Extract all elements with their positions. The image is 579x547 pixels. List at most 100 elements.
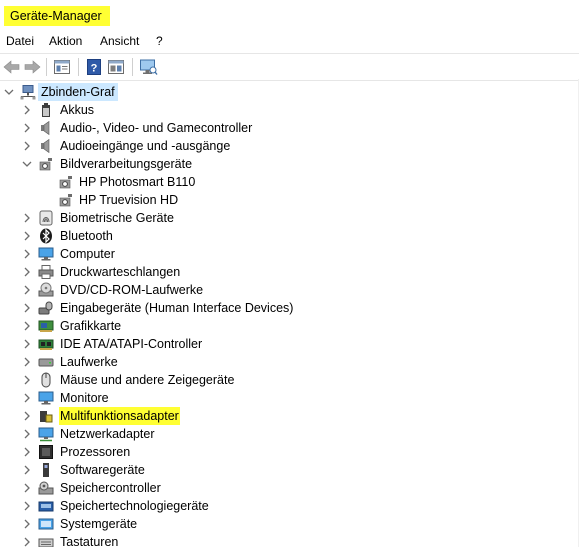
expand-chevron-icon[interactable] <box>21 119 33 137</box>
tree-item-label: Druckwarteschlangen <box>60 265 181 279</box>
cpu-icon <box>38 444 54 460</box>
expand-chevron-icon[interactable] <box>21 209 33 227</box>
expand-chevron-icon[interactable] <box>21 479 33 497</box>
camera-icon <box>58 174 74 190</box>
collapse-chevron-icon[interactable] <box>21 155 33 173</box>
tree-item-computer[interactable]: Computer <box>0 245 579 263</box>
tree-item-system-devices[interactable]: Systemgeräte <box>0 515 579 533</box>
expand-chevron-icon[interactable] <box>21 353 33 371</box>
menu-datei[interactable]: Datei <box>6 30 34 52</box>
tree-item-network-adapters[interactable]: Netzwerkadapter <box>0 425 579 443</box>
menu-aktion[interactable]: Aktion <box>49 30 82 52</box>
tree-item-label: Monitore <box>60 391 109 405</box>
tree-item-label: Grafikkarte <box>60 319 122 333</box>
tree-item-storage-controllers[interactable]: Speichercontroller <box>0 479 579 497</box>
tree-child-label: HP Truevision HD <box>79 193 179 207</box>
tree-item-processors[interactable]: Prozessoren <box>0 443 579 461</box>
expand-chevron-icon[interactable] <box>21 461 33 479</box>
camera-icon <box>58 192 74 208</box>
tree-item-label: Computer <box>60 247 115 261</box>
fingerprint-icon <box>38 210 54 226</box>
expand-chevron-icon[interactable] <box>21 407 33 425</box>
tree-item-mice[interactable]: Mäuse und andere Zeigegeräte <box>0 371 579 389</box>
toolbar-separator <box>132 58 133 76</box>
tree-child-hp-truevision[interactable]: HP Truevision HD <box>0 191 579 209</box>
hid-icon <box>38 300 54 316</box>
storage-controller-icon <box>38 480 54 496</box>
tree-item-keyboards[interactable]: Tastaturen <box>0 533 579 547</box>
menu-bar: Datei Aktion Ansicht ? <box>0 30 579 52</box>
expand-chevron-icon[interactable] <box>21 371 33 389</box>
keyboard-icon <box>38 534 54 547</box>
monitor-icon <box>38 246 54 262</box>
tree-item-bluetooth[interactable]: Bluetooth <box>0 227 579 245</box>
expand-chevron-icon[interactable] <box>21 299 33 317</box>
tree-item-label: Akkus <box>60 103 95 117</box>
tree-item-audio-io[interactable]: Audioeingänge und -ausgänge <box>0 137 579 155</box>
expand-chevron-icon[interactable] <box>21 227 33 245</box>
tree-item-label: IDE ATA/ATAPI-Controller <box>60 337 203 351</box>
tree-item-multifunction[interactable]: Multifunktionsadapter <box>0 407 579 425</box>
expand-chevron-icon[interactable] <box>21 533 33 547</box>
expand-chevron-icon[interactable] <box>21 335 33 353</box>
tree-child-label: HP Photosmart B110 <box>79 175 196 189</box>
tree-item-label: Mäuse und andere Zeigegeräte <box>60 373 235 387</box>
help-icon[interactable]: ? <box>84 57 104 77</box>
toolbar-separator <box>78 58 79 76</box>
tree-item-dvd-cd[interactable]: DVD/CD-ROM-Laufwerke <box>0 281 579 299</box>
scan-hardware-icon[interactable] <box>138 57 158 77</box>
tree-item-display-adapters[interactable]: Grafikkarte <box>0 317 579 335</box>
driver-update-icon[interactable] <box>106 57 126 77</box>
menu-help[interactable]: ? <box>156 30 163 52</box>
tree-item-label: Prozessoren <box>60 445 131 459</box>
network-adapter-icon <box>38 426 54 442</box>
tree-item-akkus[interactable]: Akkus <box>0 101 579 119</box>
printer-icon <box>38 264 54 280</box>
properties-icon[interactable] <box>52 57 72 77</box>
tree-item-software-devices[interactable]: Softwaregeräte <box>0 461 579 479</box>
tree-item-memory-technology[interactable]: Speichertechnologiegeräte <box>0 497 579 515</box>
expand-chevron-icon[interactable] <box>21 443 33 461</box>
title-bar: Geräte-Manager <box>0 0 579 30</box>
tree-item-audio-video-game[interactable]: Audio-, Video- und Gamecontroller <box>0 119 579 137</box>
tree-item-monitors[interactable]: Monitore <box>0 389 579 407</box>
tree-item-label: Eingabegeräte (Human Interface Devices) <box>60 301 294 315</box>
collapse-chevron-icon[interactable] <box>3 83 15 101</box>
back-arrow-icon[interactable] <box>2 57 22 77</box>
tree-child-hp-photosmart[interactable]: HP Photosmart B110 <box>0 173 579 191</box>
expand-chevron-icon[interactable] <box>21 389 33 407</box>
window-title: Geräte-Manager <box>4 6 110 26</box>
svg-text:?: ? <box>91 63 98 75</box>
expand-chevron-icon[interactable] <box>21 425 33 443</box>
forward-arrow-icon[interactable] <box>22 57 42 77</box>
tree-item-imaging-devices[interactable]: Bildverarbeitungsgeräte <box>0 155 579 173</box>
tree-item-biometric[interactable]: Biometrische Geräte <box>0 209 579 227</box>
software-device-icon <box>38 462 54 478</box>
menu-ansicht[interactable]: Ansicht <box>100 30 139 52</box>
tree-item-label: Bildverarbeitungsgeräte <box>60 157 193 171</box>
computer-network-icon <box>20 84 36 100</box>
expand-chevron-icon[interactable] <box>21 245 33 263</box>
speaker-icon <box>38 120 54 136</box>
tree-item-label: Speichercontroller <box>60 481 161 495</box>
tree-item-print-queues[interactable]: Druckwarteschlangen <box>0 263 579 281</box>
toolbar: ? <box>0 53 579 81</box>
expand-chevron-icon[interactable] <box>21 497 33 515</box>
expand-chevron-icon[interactable] <box>21 317 33 335</box>
hard-drive-icon <box>38 354 54 370</box>
tree-item-drives[interactable]: Laufwerke <box>0 353 579 371</box>
expand-chevron-icon[interactable] <box>21 515 33 533</box>
tree-item-label: Laufwerke <box>60 355 118 369</box>
tree-root[interactable]: Zbinden-Graf <box>0 83 579 101</box>
expand-chevron-icon[interactable] <box>21 281 33 299</box>
expand-chevron-icon[interactable] <box>21 263 33 281</box>
tree-item-ide[interactable]: IDE ATA/ATAPI-Controller <box>0 335 579 353</box>
mouse-icon <box>38 372 54 388</box>
tree-item-hid[interactable]: Eingabegeräte (Human Interface Devices) <box>0 299 579 317</box>
tree-item-label: Audio-, Video- und Gamecontroller <box>60 121 253 135</box>
expand-chevron-icon[interactable] <box>21 137 33 155</box>
tree-item-label: Systemgeräte <box>60 517 138 531</box>
expand-chevron-icon[interactable] <box>21 101 33 119</box>
tree-item-label: DVD/CD-ROM-Laufwerke <box>60 283 204 297</box>
multifunction-icon <box>38 408 54 424</box>
